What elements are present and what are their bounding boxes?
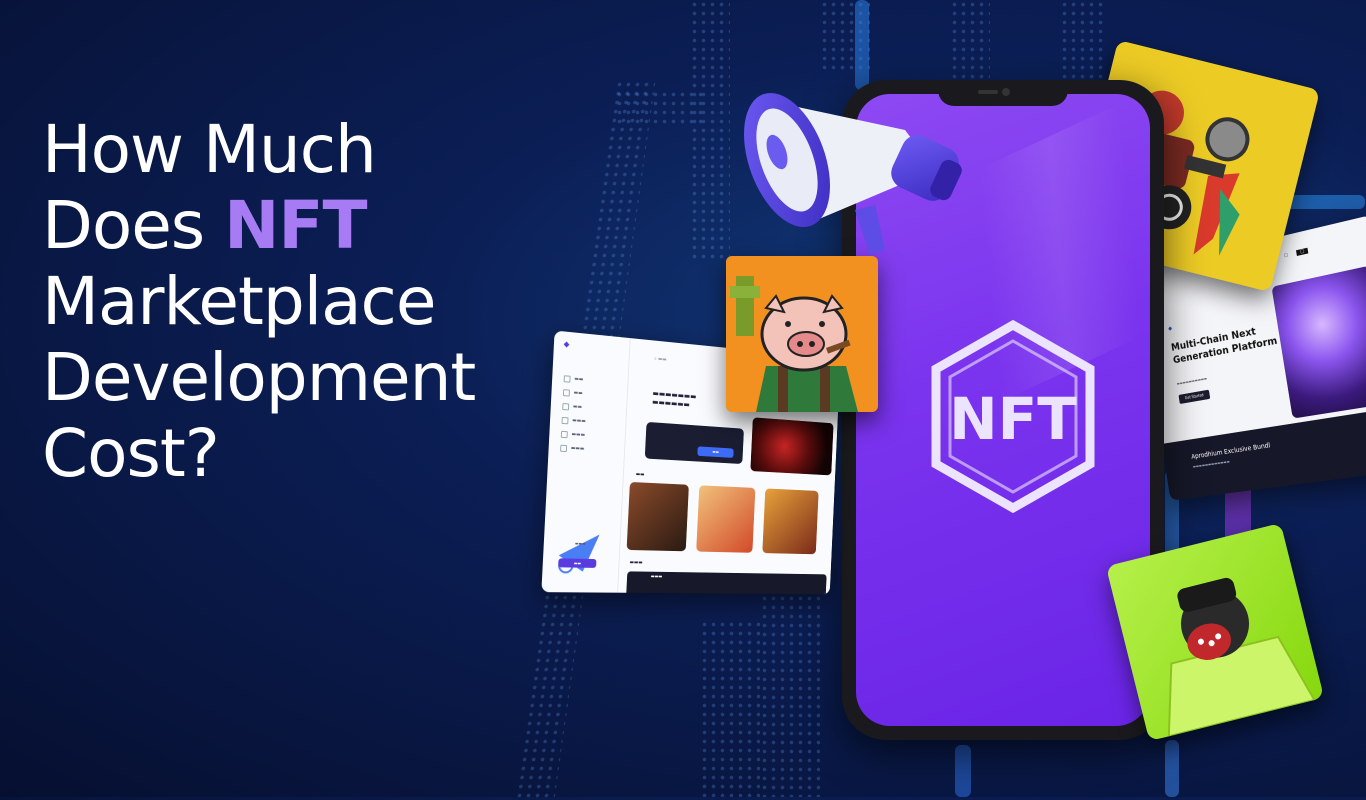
- background-dot-band: [690, 0, 730, 260]
- background-dot-band: [1060, 0, 1105, 80]
- dashboard-activity-name: ▬▬▬: [650, 574, 663, 580]
- nft-hexagon-icon: NFT: [931, 319, 1095, 514]
- dashboard-logo: ◆: [563, 339, 570, 349]
- dashboard-section-title: ▬▬: [635, 471, 645, 478]
- headline-line-3: Marketplace: [42, 263, 436, 340]
- background-stripe: [955, 745, 971, 797]
- headline-accent: NFT: [224, 187, 367, 264]
- dashboard-tile: [626, 481, 689, 552]
- nft-logo-text: NFT: [949, 385, 1077, 453]
- headline-line-1: How Much: [42, 111, 377, 188]
- dashboard-hero-title: ▬▬▬▬▬▬▬ ▬▬▬▬▬▬: [651, 388, 697, 409]
- headline-line-4: Development: [42, 339, 476, 416]
- dashboard-tile: [762, 488, 819, 555]
- dashboard-nav: ▬▬ ▬▬ ▬▬ ▬▬▬ ▬▬▬ ▬▬▬: [560, 371, 588, 456]
- headline-line-2: Does NFT: [42, 188, 602, 264]
- dashboard-section-title: ▬▬▬: [629, 559, 643, 566]
- dashboard-promo-icon: [547, 533, 600, 588]
- headline: How Much Does NFT Marketplace Developmen…: [42, 112, 602, 492]
- website-hero-image: [1271, 265, 1366, 419]
- headline-line-5: Cost?: [42, 415, 220, 492]
- website-logo: ◆: [1167, 325, 1173, 333]
- website-subtitle: ▬▬▬▬▬▬▬▬▬▬: [1176, 375, 1208, 386]
- website-cta-button: Get Started: [1178, 389, 1211, 405]
- nft-art-card-orange: [726, 256, 878, 412]
- megaphone-icon: [744, 92, 962, 255]
- pig-character-art-icon: [730, 276, 858, 412]
- dashboard-tile: [696, 485, 756, 553]
- dashboard-search: ⌕ ▬▬: [654, 355, 667, 363]
- dashboard-hero-art: [750, 417, 834, 476]
- background-dot-band: [700, 620, 760, 797]
- headline-line-2-prefix: Does: [42, 187, 225, 264]
- website-title: Multi-Chain Next Generation Platform: [1170, 324, 1279, 367]
- dashboard-promo-button: ▬▬: [558, 558, 597, 568]
- background-stripe: [1165, 740, 1179, 797]
